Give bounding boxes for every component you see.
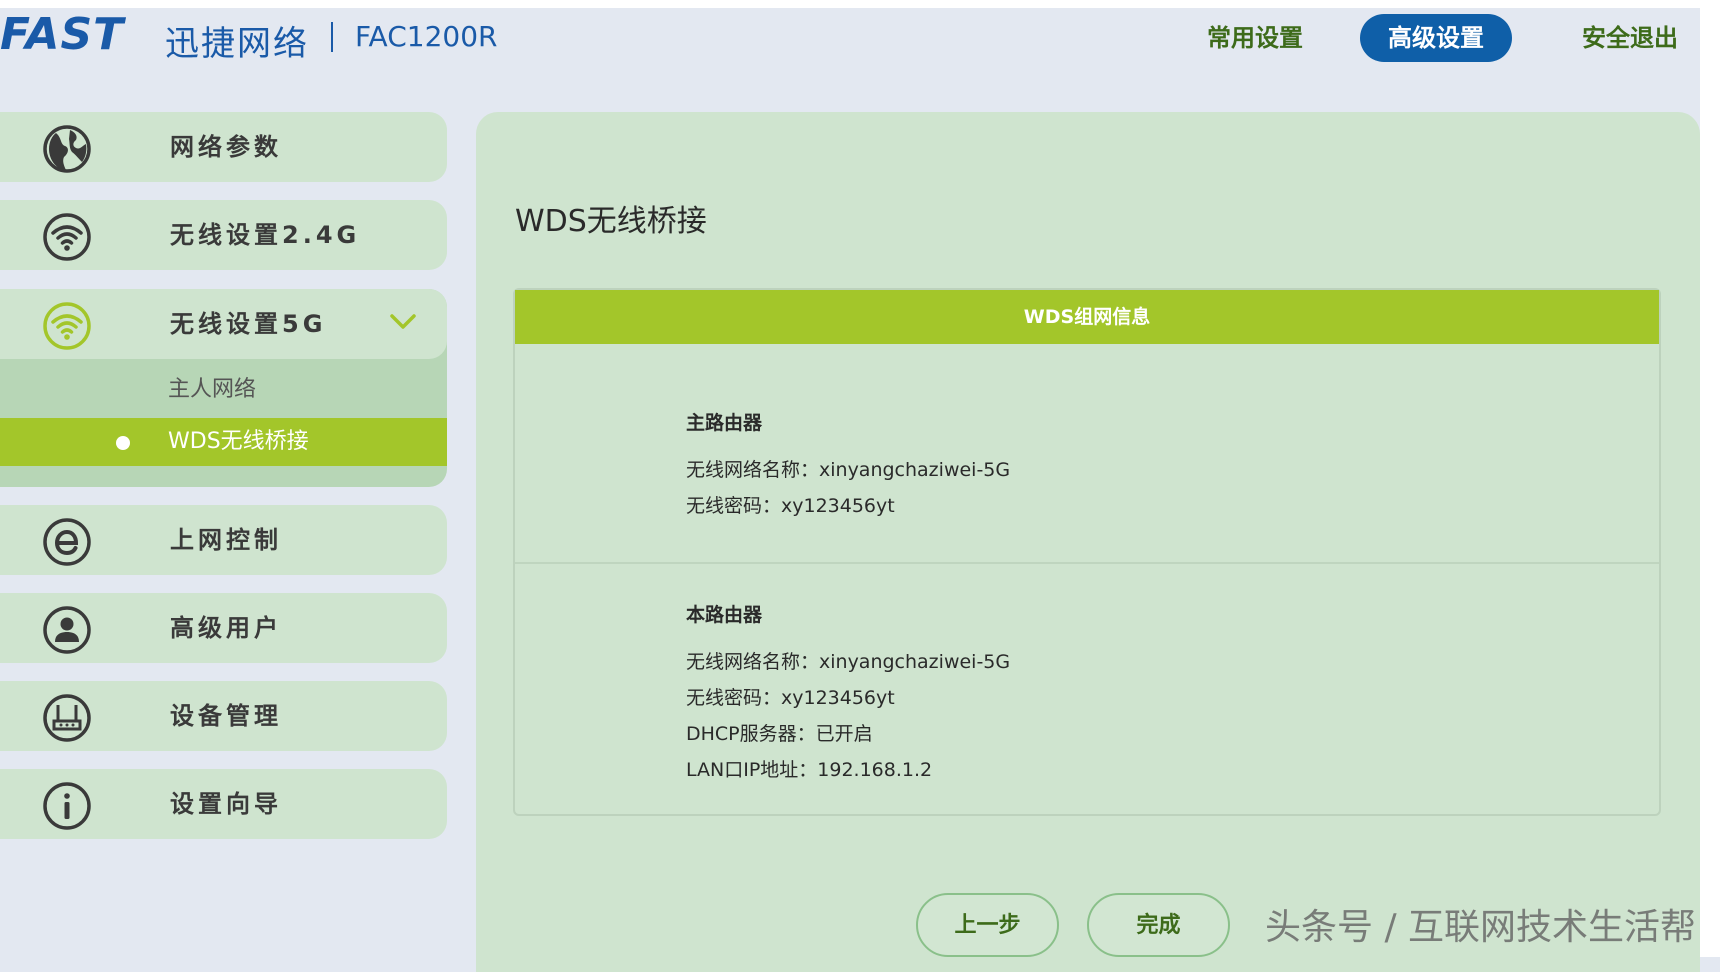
sidebar-item-setup-wizard[interactable]: 设置向导	[0, 769, 447, 839]
sidebar-item-label: 设置向导	[170, 790, 282, 818]
right-edge	[1700, 0, 1720, 957]
nav-common-settings[interactable]: 常用设置	[1190, 14, 1320, 62]
sidebar-item-label: 高级用户	[170, 614, 282, 642]
info-icon	[42, 781, 92, 831]
primary-router-password: 无线密码：xy123456yt	[686, 495, 895, 517]
sidebar-item-label: 无线设置2.4G	[170, 221, 361, 249]
sidebar-item-internet-control[interactable]: 上网控制	[0, 505, 447, 575]
logo-separator	[331, 22, 333, 52]
wifi-icon	[42, 212, 92, 262]
page-title: WDS无线桥接	[515, 204, 707, 239]
this-router-title: 本路由器	[686, 604, 763, 626]
active-dot-icon	[116, 436, 130, 450]
sidebar-subitem-wds-bridge[interactable]: WDS无线桥接	[0, 418, 447, 466]
globe-icon	[42, 124, 92, 174]
this-router-lan-ip: LAN口IP地址：192.168.1.2	[686, 759, 933, 781]
sidebar-item-wireless-5g[interactable]: 无线设置5G	[0, 289, 447, 359]
primary-router-ssid: 无线网络名称：xinyangchaziwei-5G	[686, 459, 1011, 481]
watermark-text: 头条号 / 互联网技术生活帮	[1265, 907, 1697, 948]
sidebar-item-advanced-user[interactable]: 高级用户	[0, 593, 447, 663]
this-router-password: 无线密码：xy123456yt	[686, 687, 895, 709]
sidebar-subitem-label: WDS无线桥接	[168, 429, 309, 454]
sidebar-item-device-management[interactable]: 设备管理	[0, 681, 447, 751]
previous-step-button[interactable]: 上一步	[916, 893, 1059, 957]
finish-button[interactable]: 完成	[1087, 893, 1230, 957]
nav-logout[interactable]: 安全退出	[1565, 14, 1695, 62]
router-icon	[42, 693, 92, 743]
sidebar-item-label: 上网控制	[170, 526, 282, 554]
sidebar-item-wireless-24g[interactable]: 无线设置2.4G	[0, 200, 447, 270]
wds-info-header: WDS组网信息	[515, 290, 1659, 344]
sidebar-subitem-host-network[interactable]: 主人网络	[0, 366, 447, 414]
top-edge	[0, 0, 1720, 8]
internet-e-icon	[42, 517, 92, 567]
wds-info-box: WDS组网信息 主路由器 无线网络名称：xinyangchaziwei-5G 无…	[513, 288, 1661, 816]
wifi-icon	[42, 301, 92, 351]
sidebar-item-label: 设备管理	[170, 702, 282, 730]
section-divider	[515, 562, 1659, 564]
sidebar-item-network-params[interactable]: 网络参数	[0, 112, 447, 182]
sidebar-subitem-label: 主人网络	[168, 377, 257, 402]
brand-name-cn: 迅捷网络	[165, 24, 309, 64]
brand-logo: FAST	[0, 8, 125, 60]
this-router-dhcp: DHCP服务器：已开启	[686, 723, 873, 745]
nav-advanced-settings[interactable]: 高级设置	[1360, 14, 1512, 62]
sidebar-item-label: 无线设置5G	[170, 310, 327, 338]
chevron-down-icon[interactable]	[388, 311, 418, 333]
model-name: FAC1200R	[355, 20, 498, 53]
primary-router-title: 主路由器	[686, 412, 763, 434]
sidebar-item-label: 网络参数	[170, 133, 282, 161]
user-icon	[42, 605, 92, 655]
this-router-ssid: 无线网络名称：xinyangchaziwei-5G	[686, 651, 1011, 673]
